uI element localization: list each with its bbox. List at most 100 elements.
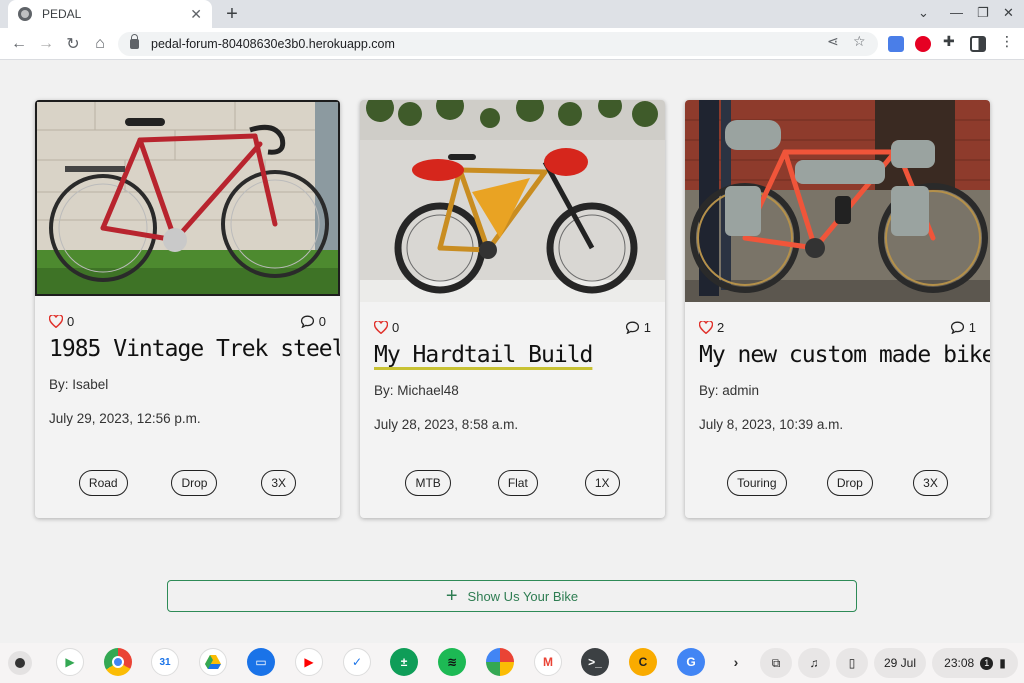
photos-icon[interactable] bbox=[486, 648, 514, 676]
bike-photo bbox=[685, 100, 990, 302]
post-card[interactable]: 2 1 My new custom made bike By: admin Ju… bbox=[685, 100, 990, 518]
extensions-puzzle-icon[interactable]: ✚ bbox=[943, 33, 955, 50]
os-shelf: ▶ 31 ▭ ▶ ✓ ± ≋ M >_ C G › ⧉ ♫ ▯ 29 Jul 2… bbox=[0, 643, 1024, 683]
post-title[interactable]: 1985 Vintage Trek steel bbox=[49, 336, 340, 362]
like-count: 2 bbox=[717, 320, 725, 335]
calendar-icon[interactable]: 31 bbox=[151, 648, 179, 676]
post-date: July 29, 2023, 12:56 p.m. bbox=[49, 411, 201, 426]
post-date: July 28, 2023, 8:58 a.m. bbox=[374, 417, 519, 432]
files-icon[interactable]: ▭ bbox=[247, 648, 275, 676]
shelf-overflow-chevron-icon[interactable]: › bbox=[722, 648, 750, 676]
status-tray[interactable]: 23:08 1 ▮ bbox=[932, 648, 1018, 678]
heart-icon[interactable] bbox=[699, 321, 713, 334]
post-author: By: admin bbox=[699, 383, 760, 398]
comment-count: 1 bbox=[643, 320, 651, 335]
comment-bubble-icon bbox=[625, 321, 639, 334]
tag-chip[interactable]: 1X bbox=[584, 470, 620, 496]
post-stats: 0 1 bbox=[374, 320, 651, 335]
comment-bubble-icon bbox=[300, 315, 314, 328]
clock-time: 23:08 bbox=[944, 656, 975, 670]
google-translate-icon[interactable]: G bbox=[677, 648, 705, 676]
post-title[interactable]: My new custom made bike bbox=[699, 342, 990, 368]
url-text[interactable]: pedal-forum-80408630e3b0.herokuapp.com bbox=[151, 37, 395, 51]
browser-tab[interactable]: PEDAL ✕ bbox=[8, 0, 212, 28]
tag-chip[interactable]: Touring bbox=[727, 470, 787, 496]
post-author: By: Michael48 bbox=[374, 383, 459, 398]
phone-hub-icon[interactable]: ▯ bbox=[836, 648, 868, 678]
post-stats: 2 1 bbox=[699, 320, 976, 335]
like-counter[interactable]: 2 bbox=[699, 320, 724, 335]
date-tray[interactable]: 29 Jul bbox=[874, 648, 926, 678]
post-tags: Road Drop 3X bbox=[35, 470, 340, 496]
lock-icon bbox=[130, 34, 139, 49]
like-counter[interactable]: 0 bbox=[374, 320, 399, 335]
post-title[interactable]: My Hardtail Build bbox=[374, 342, 657, 368]
gmail-icon[interactable]: M bbox=[534, 648, 562, 676]
tab-search-icon[interactable]: ⌄ bbox=[918, 5, 929, 21]
restore-icon[interactable]: ❐ bbox=[977, 5, 989, 21]
comment-counter[interactable]: 1 bbox=[625, 320, 651, 335]
tag-chip[interactable]: MTB bbox=[405, 470, 451, 496]
drive-icon[interactable] bbox=[199, 648, 227, 676]
heart-icon[interactable] bbox=[374, 321, 388, 334]
show-button-label: Show Us Your Bike bbox=[467, 588, 579, 604]
tag-chip[interactable]: Road bbox=[78, 470, 128, 496]
post-card[interactable]: 0 1 My Hardtail Build By: Michael48 July… bbox=[360, 100, 665, 518]
post-date: July 8, 2023, 10:39 a.m. bbox=[699, 417, 844, 432]
comment-count: 0 bbox=[318, 314, 326, 329]
omnibox[interactable]: pedal-forum-80408630e3b0.herokuapp.com bbox=[118, 32, 878, 56]
spotify-icon[interactable]: ≋ bbox=[438, 648, 466, 676]
comment-bubble-icon bbox=[950, 321, 964, 334]
play-store-icon[interactable]: ▶ bbox=[56, 648, 84, 676]
side-panel-icon[interactable] bbox=[970, 36, 986, 52]
comment-counter[interactable]: 0 bbox=[300, 314, 326, 329]
tag-chip[interactable]: Drop bbox=[826, 470, 873, 496]
menu-kebab-icon[interactable]: ⋮ bbox=[1000, 33, 1014, 50]
tag-chip[interactable]: Drop bbox=[171, 470, 218, 496]
forward-icon[interactable]: → bbox=[35, 33, 57, 55]
like-counter[interactable]: 0 bbox=[49, 314, 74, 329]
youtube-icon[interactable]: ▶ bbox=[295, 648, 323, 676]
show-us-your-bike-button[interactable]: + Show Us Your Bike bbox=[167, 580, 857, 612]
bike-photo bbox=[35, 100, 340, 296]
globe-icon bbox=[18, 7, 32, 21]
close-tab-icon[interactable]: ✕ bbox=[190, 6, 202, 23]
post-tags: Touring Drop 3X bbox=[685, 470, 990, 496]
battery-icon: ▮ bbox=[999, 656, 1006, 670]
back-icon[interactable]: ← bbox=[8, 33, 30, 55]
c-app-icon[interactable]: C bbox=[629, 648, 657, 676]
tab-strip: PEDAL ✕ + ⌄ — ❐ ✕ bbox=[0, 0, 1024, 28]
plus-icon: + bbox=[445, 585, 458, 607]
pinterest-extension-icon[interactable] bbox=[915, 36, 931, 52]
new-tab-button[interactable]: + bbox=[222, 3, 242, 26]
minimize-icon[interactable]: — bbox=[950, 5, 963, 20]
tag-chip[interactable]: 3X bbox=[913, 470, 948, 496]
tasks-icon[interactable]: ✓ bbox=[343, 648, 371, 676]
launcher-icon[interactable] bbox=[8, 651, 32, 675]
post-tags: MTB Flat 1X bbox=[360, 470, 665, 496]
share-icon[interactable]: ⋖ bbox=[827, 33, 839, 50]
reload-icon[interactable]: ↻ bbox=[62, 33, 84, 55]
chrome-icon[interactable] bbox=[104, 648, 132, 676]
bike-photo bbox=[360, 100, 665, 302]
home-icon[interactable]: ⌂ bbox=[89, 33, 111, 55]
post-card[interactable]: 0 0 1985 Vintage Trek steel By: Isabel J… bbox=[35, 100, 340, 518]
media-controls-icon[interactable]: ♫ bbox=[798, 648, 830, 678]
heart-icon[interactable] bbox=[49, 315, 63, 328]
translate-extension-icon[interactable] bbox=[888, 36, 904, 52]
notification-badge: 1 bbox=[980, 656, 994, 670]
calculator-icon[interactable]: ± bbox=[390, 648, 418, 676]
close-window-icon[interactable]: ✕ bbox=[1003, 5, 1014, 21]
like-count: 0 bbox=[67, 314, 75, 329]
tag-chip[interactable]: 3X bbox=[261, 470, 297, 496]
tag-chip[interactable]: Flat bbox=[497, 470, 538, 496]
comment-count: 1 bbox=[968, 320, 976, 335]
like-count: 0 bbox=[392, 320, 400, 335]
bookmark-star-icon[interactable]: ☆ bbox=[853, 33, 866, 50]
holding-space-icon[interactable]: ⧉ bbox=[760, 648, 792, 678]
tab-title: PEDAL bbox=[42, 7, 82, 21]
post-author: By: Isabel bbox=[49, 377, 109, 392]
post-stats: 0 0 bbox=[49, 314, 326, 329]
comment-counter[interactable]: 1 bbox=[950, 320, 976, 335]
terminal-icon[interactable]: >_ bbox=[581, 648, 609, 676]
